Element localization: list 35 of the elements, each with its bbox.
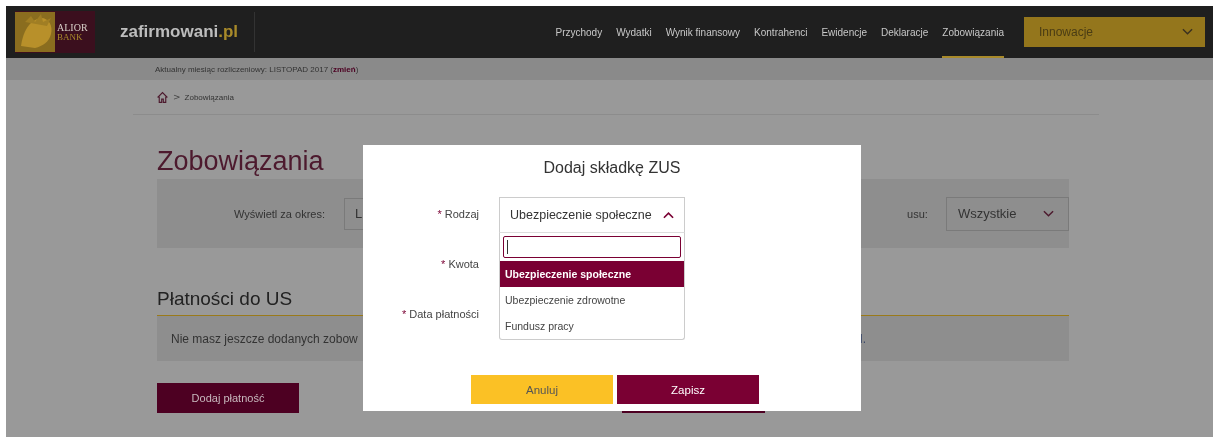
modal-title: Dodaj składkę ZUS [542,159,682,178]
breadcrumb-current: Zobowiązania [184,92,234,102]
change-link[interactable]: zmień [333,64,356,74]
chevron-up-icon [663,211,674,219]
nav-link[interactable]: Wydatki [616,6,652,58]
status-label: usu: [907,207,928,220]
notice-text: Nie masz jeszcze dodanych zobow [171,331,358,346]
cancel-button[interactable]: Anuluj [471,375,613,404]
period-text: Aktualny miesiąc rozliczeniowy: LISTOPAD 2017 (zmień) [155,64,359,74]
breadcrumb-separator: > [173,92,181,102]
chevron-down-icon [1043,209,1054,218]
nav-link[interactable]: Ewidencje [821,6,868,58]
add-payment-button[interactable]: Dodaj płatność [157,383,299,413]
field-label: * Rodzaj [437,208,479,220]
home-icon[interactable] [156,90,169,104]
search-field[interactable] [503,236,681,258]
dropdown-option[interactable]: Ubezpieczenie społeczne [500,261,684,287]
nav-link[interactable]: Deklaracje [881,6,929,58]
bank-logo[interactable]: ALIOR BANK [15,11,95,53]
nav-link[interactable]: Wynik finansowy [665,6,741,58]
dropdown-option[interactable]: Fundusz pracy [500,313,684,339]
dropdown-option[interactable]: Ubezpieczenie zdrowotne [500,287,684,313]
save-button[interactable]: Zapisz [617,375,759,404]
nav-link[interactable]: Przychody [555,6,603,58]
type-select[interactable]: Ubezpieczenie społeczne [499,197,685,233]
emblem-icon [15,11,55,53]
status-select[interactable]: Wszystkie [945,196,1069,231]
logo-text: BANK [57,32,84,42]
site-name[interactable]: zafirmowani.pl [120,22,239,42]
field-label: * Kwota [441,258,479,270]
logo-text: ALIOR [57,22,88,33]
period-label: Wyświetl za okres: [234,207,325,220]
page-title: Zobowiązania [157,145,324,178]
nav-link[interactable]: Kontrahenci [754,6,808,58]
chevron-down-icon [1182,28,1193,36]
